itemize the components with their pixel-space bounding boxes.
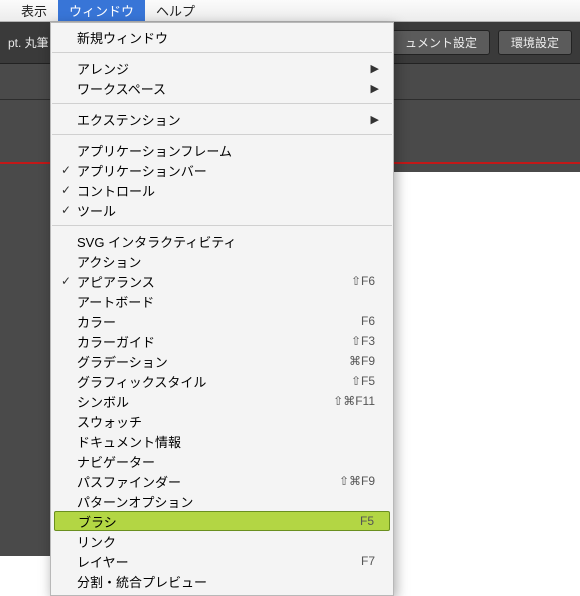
separator (52, 225, 392, 226)
checkmark-icon: ✓ (61, 183, 71, 197)
menu-tools[interactable]: ✓ツール (51, 200, 393, 220)
menu-doc-info[interactable]: ドキュメント情報 (51, 431, 393, 451)
brush-label: pt. 丸筆 (8, 34, 49, 51)
menubar: 表示 ウィンドウ ヘルプ (0, 0, 580, 22)
shortcut: F6 (361, 314, 375, 328)
shortcut: F7 (361, 554, 375, 568)
shortcut: ⇧⌘F11 (333, 394, 375, 408)
menu-swatches[interactable]: スウォッチ (51, 411, 393, 431)
menu-links[interactable]: リンク (51, 531, 393, 551)
menu-app-bar[interactable]: ✓アプリケーションバー (51, 160, 393, 180)
shortcut: ⇧⌘F9 (339, 474, 375, 488)
checkmark-icon: ✓ (61, 163, 71, 177)
doc-settings-button[interactable]: ュメント設定 (392, 30, 490, 55)
preferences-button[interactable]: 環境設定 (498, 30, 572, 55)
menu-app-frame[interactable]: アプリケーションフレーム (51, 140, 393, 160)
menu-color-guide[interactable]: カラーガイド⇧F3 (51, 331, 393, 351)
menu-workspace[interactable]: ワークスペース▶ (51, 78, 393, 98)
menu-actions[interactable]: アクション (51, 251, 393, 271)
separator (52, 103, 392, 104)
menu-artboards[interactable]: アートボード (51, 291, 393, 311)
menu-brushes[interactable]: ブラシF5 (54, 511, 390, 531)
menu-window[interactable]: ウィンドウ (58, 0, 145, 21)
menu-svg-interactivity[interactable]: SVG インタラクティビティ (51, 231, 393, 251)
menu-color[interactable]: カラーF6 (51, 311, 393, 331)
menu-gradient[interactable]: グラデーション⌘F9 (51, 351, 393, 371)
menu-pattern-options[interactable]: パターンオプション (51, 491, 393, 511)
menu-help[interactable]: ヘルプ (145, 0, 206, 21)
menu-view[interactable]: 表示 (10, 0, 58, 21)
checkmark-icon: ✓ (61, 203, 71, 217)
checkmark-icon: ✓ (61, 274, 71, 288)
shortcut: ⇧F6 (351, 274, 375, 288)
menu-pathfinder[interactable]: パスファインダー⇧⌘F9 (51, 471, 393, 491)
menu-graphic-style[interactable]: グラフィックスタイル⇧F5 (51, 371, 393, 391)
shortcut: ⌘F9 (349, 354, 375, 368)
shortcut: ⇧F3 (351, 334, 375, 348)
submenu-arrow-icon: ▶ (371, 113, 379, 126)
separator (52, 52, 392, 53)
menu-navigator[interactable]: ナビゲーター (51, 451, 393, 471)
menu-new-window[interactable]: 新規ウィンドウ (51, 27, 393, 47)
shortcut: ⇧F5 (351, 374, 375, 388)
menu-separation-preview[interactable]: 分割・統合プレビュー (51, 571, 393, 591)
menu-arrange[interactable]: アレンジ▶ (51, 58, 393, 78)
menu-symbols[interactable]: シンボル⇧⌘F11 (51, 391, 393, 411)
menu-appearance[interactable]: ✓アピアランス⇧F6 (51, 271, 393, 291)
window-menu-dropdown: 新規ウィンドウ アレンジ▶ ワークスペース▶ エクステンション▶ アプリケーショ… (50, 22, 394, 596)
shortcut: F5 (360, 514, 374, 528)
menu-extension[interactable]: エクステンション▶ (51, 109, 393, 129)
menu-control[interactable]: ✓コントロール (51, 180, 393, 200)
menu-layers[interactable]: レイヤーF7 (51, 551, 393, 571)
submenu-arrow-icon: ▶ (371, 82, 379, 95)
separator (52, 134, 392, 135)
submenu-arrow-icon: ▶ (371, 62, 379, 75)
